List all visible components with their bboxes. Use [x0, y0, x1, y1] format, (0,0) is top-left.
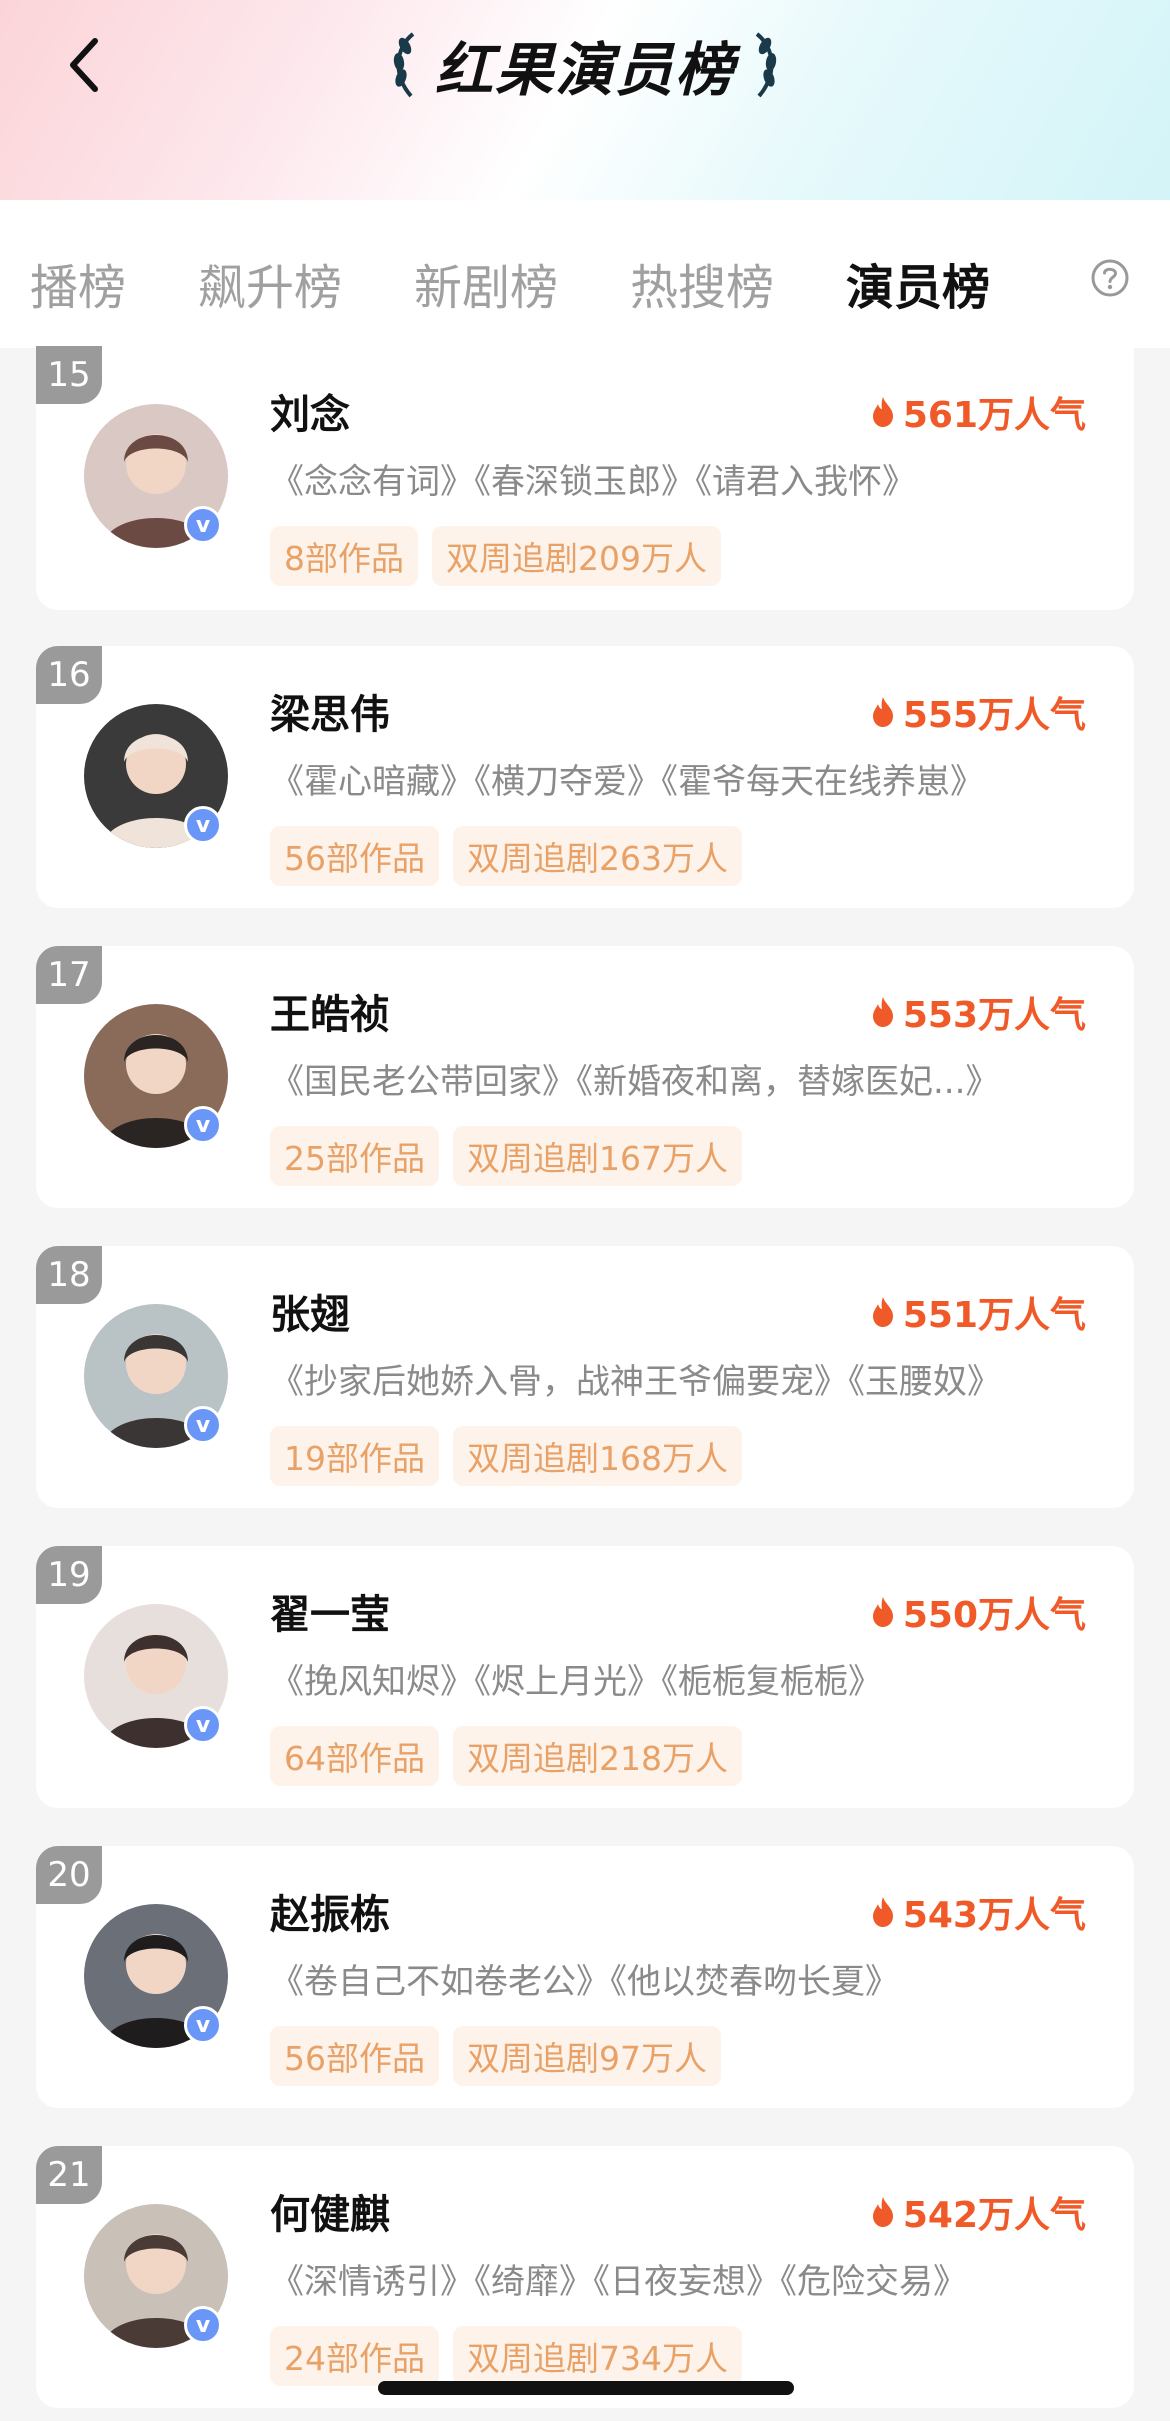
work-count-tag: 64部作品 — [270, 1726, 439, 1786]
tag-row: 64部作品 双周追剧218万人 — [270, 1726, 742, 1786]
popularity: 555万人气 — [871, 686, 1086, 738]
rank-badge: 16 — [36, 646, 102, 704]
work-count-tag: 19部作品 — [270, 1426, 439, 1486]
actor-name[interactable]: 刘念 — [270, 382, 350, 440]
tag-row: 56部作品 双周追剧263万人 — [270, 826, 742, 886]
followers-tag: 双周追剧218万人 — [453, 1726, 742, 1786]
actor-name[interactable]: 赵振栋 — [270, 1882, 390, 1940]
fire-icon — [872, 997, 893, 1027]
tab-bar: 播榜 飙升榜 新剧榜 热搜榜 演员榜 — [0, 200, 1170, 348]
works-list: 《念念有词》《春深锁玉郎》《请君入我怀》 — [270, 462, 916, 502]
rank-badge: 21 — [36, 2146, 102, 2204]
work-count-tag: 24部作品 — [270, 2326, 439, 2386]
followers-tag: 双周追剧734万人 — [453, 2326, 742, 2386]
rank-badge: 18 — [36, 1246, 102, 1304]
actor-card[interactable]: 17 v 王皓祯 553万人气 《国民老公带回家》《新婚夜和离，替嫁医妃...》… — [36, 946, 1134, 1208]
verified-icon: v — [184, 1706, 222, 1744]
rank-badge: 17 — [36, 946, 102, 1004]
popularity-value: 555万人气 — [902, 695, 1086, 736]
works-list: 《霍心暗藏》《横刀夺爱》《霍爷每天在线养崽》 — [270, 762, 984, 802]
tab-bo[interactable]: 播榜 — [30, 248, 126, 318]
works-list: 《抄家后她娇入骨，战神王爷偏要宠》《玉腰奴》 — [270, 1362, 1001, 1402]
tag-row: 8部作品 双周追剧209万人 — [270, 526, 721, 586]
actor-name[interactable]: 张翅 — [270, 1282, 350, 1340]
actor-name[interactable]: 梁思伟 — [270, 682, 390, 740]
followers-tag: 双周追剧263万人 — [453, 826, 742, 886]
popularity-value: 551万人气 — [902, 1295, 1086, 1336]
actor-card[interactable]: 21 v 何健麒 542万人气 《深情诱引》《绮靡》《日夜妄想》《危险交易》 2… — [36, 2146, 1134, 2408]
verified-icon: v — [184, 506, 222, 544]
fire-icon — [872, 1297, 893, 1327]
fire-icon — [872, 2197, 893, 2227]
tag-row: 19部作品 双周追剧168万人 — [270, 1426, 742, 1486]
verified-icon: v — [184, 2306, 222, 2344]
popularity-value: 542万人气 — [902, 2195, 1086, 2236]
tag-row: 25部作品 双周追剧167万人 — [270, 1126, 742, 1186]
fire-icon — [872, 697, 893, 727]
followers-tag: 双周追剧167万人 — [453, 1126, 742, 1186]
page-title: 红果演员榜 — [434, 36, 735, 104]
verified-icon: v — [184, 1106, 222, 1144]
home-indicator — [378, 2381, 794, 2395]
laurel-left-icon — [393, 32, 415, 98]
popularity-value: 543万人气 — [902, 1895, 1086, 1936]
actor-card[interactable]: 19 v 翟一莹 550万人气 《挽风知烬》《烬上月光》《栀栀复栀栀》 64部作… — [36, 1546, 1134, 1808]
popularity: 550万人气 — [871, 1586, 1086, 1638]
tab-actors[interactable]: 演员榜 — [846, 248, 990, 318]
followers-tag: 双周追剧209万人 — [432, 526, 721, 586]
rank-badge: 19 — [36, 1546, 102, 1604]
works-list: 《国民老公带回家》《新婚夜和离，替嫁医妃...》 — [270, 1062, 1000, 1102]
followers-tag: 双周追剧97万人 — [453, 2026, 721, 2086]
works-list: 《卷自己不如卷老公》《他以焚春吻长夏》 — [270, 1962, 899, 2002]
works-list: 《深情诱引》《绮靡》《日夜妄想》《危险交易》 — [270, 2262, 967, 2302]
help-icon[interactable] — [1090, 258, 1130, 298]
page-title-wrap: 红果演员榜 — [0, 20, 1170, 110]
tag-row: 56部作品 双周追剧97万人 — [270, 2026, 721, 2086]
tab-new-drama[interactable]: 新剧榜 — [414, 248, 558, 318]
works-list: 《挽风知烬》《烬上月光》《栀栀复栀栀》 — [270, 1662, 882, 1702]
work-count-tag: 25部作品 — [270, 1126, 439, 1186]
actor-card[interactable]: 18 v 张翅 551万人气 《抄家后她娇入骨，战神王爷偏要宠》《玉腰奴》 19… — [36, 1246, 1134, 1508]
work-count-tag: 8部作品 — [270, 526, 418, 586]
verified-icon: v — [184, 2006, 222, 2044]
popularity: 551万人气 — [871, 1286, 1086, 1338]
popularity-value: 561万人气 — [902, 395, 1086, 436]
tab-hot-search[interactable]: 热搜榜 — [630, 248, 774, 318]
actor-name[interactable]: 何健麒 — [270, 2182, 390, 2240]
fire-icon — [872, 397, 893, 427]
popularity-value: 553万人气 — [902, 995, 1086, 1036]
popularity: 543万人气 — [871, 1886, 1086, 1938]
laurel-right-icon — [755, 32, 777, 98]
fire-icon — [872, 1597, 893, 1627]
verified-icon: v — [184, 806, 222, 844]
verified-icon: v — [184, 1406, 222, 1444]
work-count-tag: 56部作品 — [270, 826, 439, 886]
actor-card[interactable]: 20 v 赵振栋 543万人气 《卷自己不如卷老公》《他以焚春吻长夏》 56部作… — [36, 1846, 1134, 2108]
tab-rising[interactable]: 飙升榜 — [198, 248, 342, 318]
popularity: 561万人气 — [871, 386, 1086, 438]
popularity: 542万人气 — [871, 2186, 1086, 2238]
actor-name[interactable]: 翟一莹 — [270, 1582, 390, 1640]
tag-row: 24部作品 双周追剧734万人 — [270, 2326, 742, 2386]
actor-card[interactable]: 16 v 梁思伟 555万人气 《霍心暗藏》《横刀夺爱》《霍爷每天在线养崽》 5… — [36, 646, 1134, 908]
fire-icon — [872, 1897, 893, 1927]
header: 红果演员榜 — [0, 0, 1170, 200]
popularity: 553万人气 — [871, 986, 1086, 1038]
rank-badge: 15 — [36, 346, 102, 404]
followers-tag: 双周追剧168万人 — [453, 1426, 742, 1486]
actor-name[interactable]: 王皓祯 — [270, 982, 390, 1040]
actor-card[interactable]: 15 v 刘念 561万人气 《念念有词》《春深锁玉郎》《请君入我怀》 8部作品… — [36, 346, 1134, 610]
rank-badge: 20 — [36, 1846, 102, 1904]
popularity-value: 550万人气 — [902, 1595, 1086, 1636]
work-count-tag: 56部作品 — [270, 2026, 439, 2086]
